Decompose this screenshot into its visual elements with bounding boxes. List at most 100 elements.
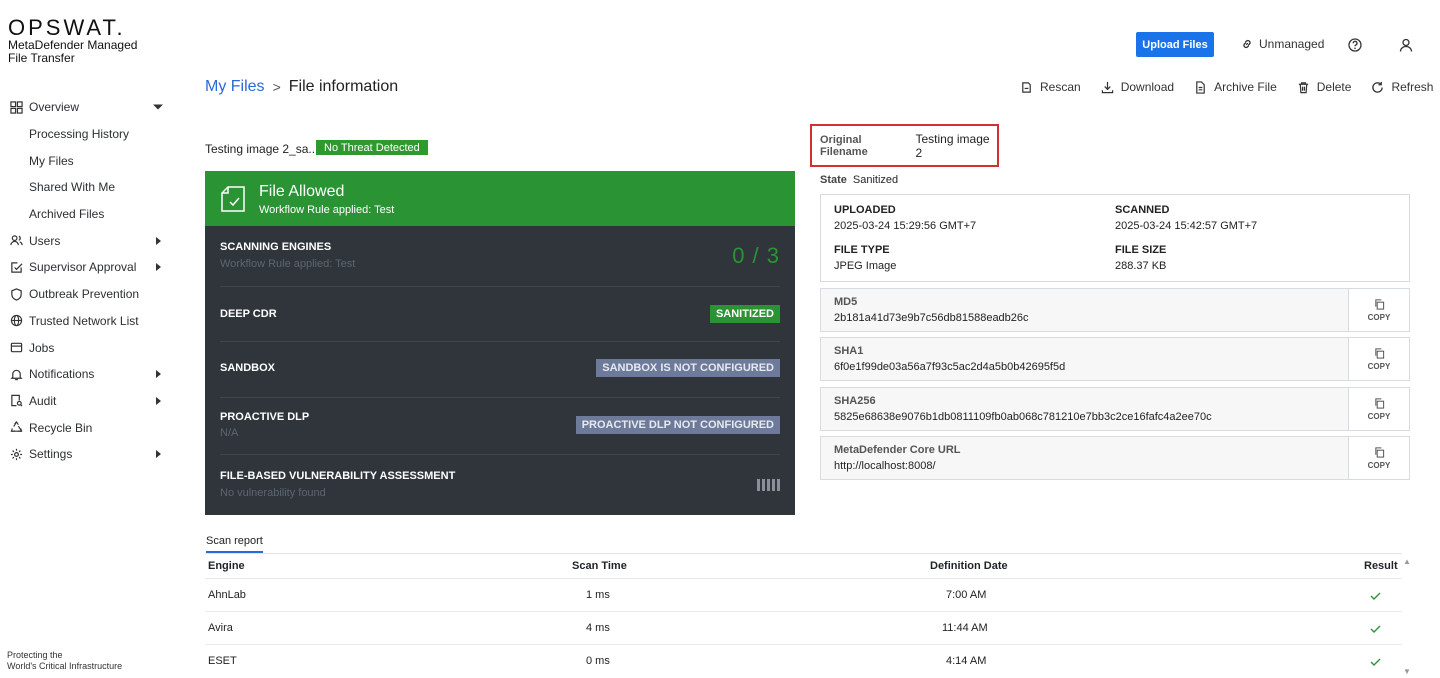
- footer-line: Protecting the: [7, 650, 63, 660]
- sidebar-item-label: My Files: [29, 153, 74, 168]
- sandbox-label: SANDBOX: [220, 362, 276, 374]
- refresh-button[interactable]: Refresh: [1371, 80, 1433, 94]
- table-row[interactable]: AhnLab 1 ms 7:00 AM: [205, 578, 1402, 611]
- archive-file-button[interactable]: Archive File: [1194, 80, 1277, 94]
- hash-value: 2b181a41d73e9b7c56db81588eadb26c: [834, 312, 1029, 324]
- vulnerability-label: FILE-BASED VULNERABILITY ASSESSMENT: [220, 470, 456, 482]
- original-filename-box: Original Filename Testing image 2: [810, 124, 999, 167]
- approval-icon: [9, 260, 23, 274]
- rescan-button[interactable]: Rescan: [1020, 80, 1081, 94]
- sha256-hash: SHA256 5825e68638e9076b1db0811109fb0ab06…: [820, 387, 1410, 431]
- file-size-value: 288.37 KB: [1115, 260, 1167, 272]
- sidebar-item-notifications[interactable]: Notifications: [0, 361, 175, 388]
- user-icon[interactable]: [1399, 38, 1413, 52]
- sidebar-item-overview[interactable]: Overview: [0, 94, 175, 121]
- check-icon: [1370, 624, 1381, 636]
- column-header-definition-date[interactable]: Definition Date: [930, 560, 1008, 572]
- chevron-right-icon[interactable]: [156, 450, 161, 459]
- original-filename-label: Original Filename: [820, 133, 868, 158]
- grid-icon: [9, 100, 23, 114]
- sidebar-item-label: Outbreak Prevention: [29, 287, 140, 302]
- delete-button[interactable]: Delete: [1297, 80, 1351, 94]
- tab-scan-report[interactable]: Scan report: [206, 535, 263, 553]
- users-icon: [9, 234, 23, 248]
- sidebar-item-users[interactable]: Users: [0, 227, 175, 254]
- sidebar-item-shared-with-me[interactable]: Shared With Me: [0, 174, 175, 201]
- upload-files-button[interactable]: Upload Files: [1136, 32, 1214, 57]
- copy-label: COPY: [1367, 361, 1391, 371]
- sidebar-item-supervisor-approval[interactable]: Supervisor Approval: [0, 254, 175, 281]
- sidebar-item-processing-history[interactable]: Processing History: [0, 121, 175, 148]
- file-type-cell: FILE TYPE JPEG Image: [834, 244, 896, 272]
- sidebar-item-outbreak-prevention[interactable]: Outbreak Prevention: [0, 281, 175, 308]
- chevron-right-icon[interactable]: [156, 263, 161, 272]
- copy-sha256-button[interactable]: COPY: [1348, 388, 1409, 430]
- uploaded-value: 2025-03-24 15:29:56 GMT+7: [834, 220, 977, 232]
- proactive-dlp-subtitle: N/A: [220, 427, 239, 439]
- link-icon: [1243, 39, 1251, 49]
- copy-core-url-button[interactable]: COPY: [1348, 437, 1409, 479]
- engine-cell: Avira: [208, 622, 233, 634]
- sidebar-item-my-files[interactable]: My Files: [0, 147, 175, 174]
- sidebar-item-audit[interactable]: Audit: [0, 388, 175, 415]
- sandbox-row[interactable]: SANDBOX SANDBOX IS NOT CONFIGURED: [220, 342, 780, 398]
- core-url: MetaDefender Core URL http://localhost:8…: [820, 436, 1410, 480]
- column-header-scan-time[interactable]: Scan Time: [572, 560, 627, 572]
- hash-value: 6f0e1f99de03a56a7f93c5ac2d4a5b0b42695f5d: [834, 361, 1066, 373]
- sidebar-item-trusted-network-list[interactable]: Trusted Network List: [0, 308, 175, 335]
- sidebar-item-recycle-bin[interactable]: Recycle Bin: [0, 414, 175, 441]
- chevron-right-icon[interactable]: [156, 236, 161, 245]
- file-name: Testing image 2_sa...: [205, 142, 319, 156]
- vulnerability-row[interactable]: FILE-BASED VULNERABILITY ASSESSMENT No v…: [220, 455, 780, 515]
- file-size-label: FILE SIZE: [1115, 244, 1167, 256]
- copy-icon: [1374, 397, 1384, 409]
- proactive-dlp-label: PROACTIVE DLP: [220, 411, 310, 423]
- rescan-icon: [1022, 81, 1031, 93]
- refresh-icon: [1372, 81, 1384, 93]
- sandbox-status-badge: SANDBOX IS NOT CONFIGURED: [596, 359, 780, 377]
- uploaded-cell: UPLOADED 2025-03-24 15:29:56 GMT+7: [834, 204, 976, 232]
- scanning-engines-row[interactable]: SCANNING ENGINES Workflow Rule applied: …: [220, 226, 780, 287]
- sidebar-item-settings[interactable]: Settings: [0, 441, 175, 468]
- file-actions: Rescan Download Archive File Delete Refr…: [1020, 80, 1433, 94]
- copy-md5-button[interactable]: COPY: [1348, 289, 1409, 331]
- copy-label: COPY: [1367, 411, 1391, 421]
- chevron-right-icon[interactable]: [156, 370, 161, 379]
- copy-sha1-button[interactable]: COPY: [1348, 338, 1409, 380]
- footer-tagline: Protecting the World's Critical Infrastr…: [7, 650, 122, 672]
- sidebar-item-label: Recycle Bin: [29, 420, 93, 435]
- chevron-right-icon[interactable]: [156, 396, 161, 405]
- column-header-engine[interactable]: Engine: [208, 560, 245, 572]
- copy-icon: [1374, 446, 1384, 458]
- footer-line: World's Critical Infrastructure: [7, 661, 123, 671]
- sidebar-item-label: Overview: [29, 100, 80, 115]
- deep-cdr-row[interactable]: DEEP CDR SANITIZED: [220, 287, 780, 342]
- sidebar-item-jobs[interactable]: Jobs: [0, 334, 175, 361]
- help-icon[interactable]: [1348, 38, 1362, 52]
- sidebar-item-label: Jobs: [29, 340, 55, 355]
- chevron-down-icon[interactable]: [153, 104, 163, 110]
- shield-icon: [9, 287, 23, 301]
- download-button[interactable]: Download: [1101, 80, 1174, 94]
- scroll-down-arrow[interactable]: ▼: [1403, 667, 1411, 676]
- unmanaged-link[interactable]: Unmanaged: [1241, 37, 1324, 51]
- scanning-engines-count: 0 / 3: [732, 243, 780, 268]
- scroll-up-arrow[interactable]: ▲: [1403, 557, 1411, 566]
- breadcrumb-my-files[interactable]: My Files: [205, 78, 265, 96]
- bell-icon: [9, 367, 23, 381]
- scan-time-cell: 1 ms: [586, 589, 610, 601]
- sidebar-item-label: Shared With Me: [29, 180, 116, 195]
- table-row[interactable]: Avira 4 ms 11:44 AM: [205, 611, 1402, 644]
- proactive-dlp-row[interactable]: PROACTIVE DLP N/A PROACTIVE DLP NOT CONF…: [220, 398, 780, 455]
- sidebar-item-archived-files[interactable]: Archived Files: [0, 201, 175, 228]
- scan-time-cell: 0 ms: [586, 655, 610, 667]
- table-row[interactable]: ESET 0 ms 4:14 AM: [205, 644, 1402, 677]
- file-check-icon: [221, 186, 245, 212]
- column-header-result[interactable]: Result: [1364, 560, 1398, 572]
- breadcrumb: My Files > File information: [205, 78, 398, 96]
- page-title: File information: [288, 78, 399, 95]
- product-name: MetaDefender Managed File Transfer: [8, 38, 138, 65]
- vulnerability-bars-icon: [757, 479, 780, 491]
- verdict-banner: File Allowed Workflow Rule applied: Test: [205, 171, 795, 226]
- file-type-value: JPEG Image: [834, 260, 897, 272]
